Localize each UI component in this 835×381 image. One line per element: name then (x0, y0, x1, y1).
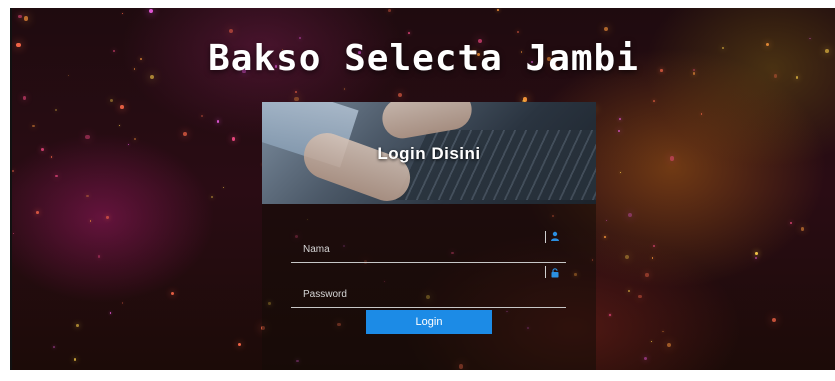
login-panel: Login Disini Login (262, 102, 596, 370)
login-banner-image: Login Disini (262, 102, 596, 204)
password-input[interactable] (301, 288, 535, 301)
page-background: Bakso Selecta Jambi Login Disini Nama Lo… (10, 8, 835, 370)
login-banner-title: Login Disini (377, 144, 481, 163)
username-field (291, 227, 566, 263)
username-icon-divider (545, 231, 546, 243)
login-button[interactable]: Login (366, 310, 492, 334)
username-input[interactable] (301, 243, 535, 256)
password-field (291, 266, 566, 308)
lock-icon (551, 268, 559, 278)
page-title: Bakso Selecta Jambi (208, 38, 639, 79)
user-icon (551, 231, 559, 241)
password-icon-divider (545, 266, 546, 278)
